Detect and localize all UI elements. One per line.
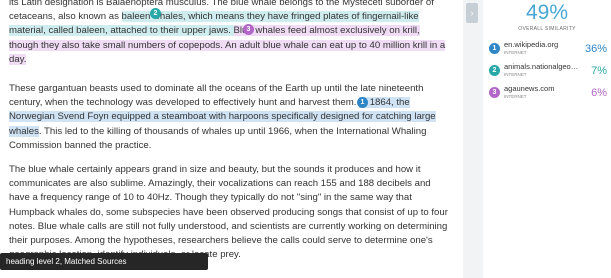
source-percent: 36% [584,43,607,55]
similarity-sidebar: › 49% OVERALL SIMILARITY 1 en.wikipedia.… [463,0,611,278]
source-name: animals.nationalgeographic.c... [504,62,582,71]
chevron-right-icon[interactable]: › [466,3,478,23]
source-item-2[interactable]: 2 animals.nationalgeographic.c... INTERN… [489,60,609,82]
document-viewer: its Latin designation is Balaenoptera mu… [0,0,463,278]
paragraph-2: These gargantuan beasts used to dominate… [9,82,449,153]
paragraph-2-text-c: . This led to the killing of thousands o… [9,125,427,151]
source-marker-1[interactable]: 1 [357,97,368,108]
source-type: INTERNET [504,94,527,99]
source-number-badge: 1 [489,43,500,54]
source-marker-3[interactable]: 3 [243,24,254,35]
source-number-badge: 3 [489,87,500,98]
overall-similarity-score: 49% [525,1,569,24]
overall-similarity-label: OVERALL SIMILARITY [518,26,576,32]
source-type: INTERNET [504,72,527,77]
source-marker-2[interactable]: 2 [150,8,161,19]
source-number-badge: 2 [489,65,500,76]
source-percent: 7% [591,65,607,77]
source-type: INTERNET [504,50,527,55]
source-name: agaunews.com [504,84,555,93]
source-item-1[interactable]: 1 en.wikipedia.org INTERNET 36% [489,38,609,60]
matched-sources-panel: 49% OVERALL SIMILARITY 1 en.wikipedia.or… [483,0,611,278]
screen-reader-status-bar: heading level 2, Matched Sources [0,253,208,270]
source-item-3[interactable]: 3 agaunews.com INTERNET 6% [489,82,609,104]
paragraph-1: its Latin designation is Balaenoptera mu… [9,0,449,67]
source-percent: 6% [591,87,607,99]
paragraph-3: The blue whale certainly appears grand i… [9,164,448,261]
source-name: en.wikipedia.org [504,40,559,49]
